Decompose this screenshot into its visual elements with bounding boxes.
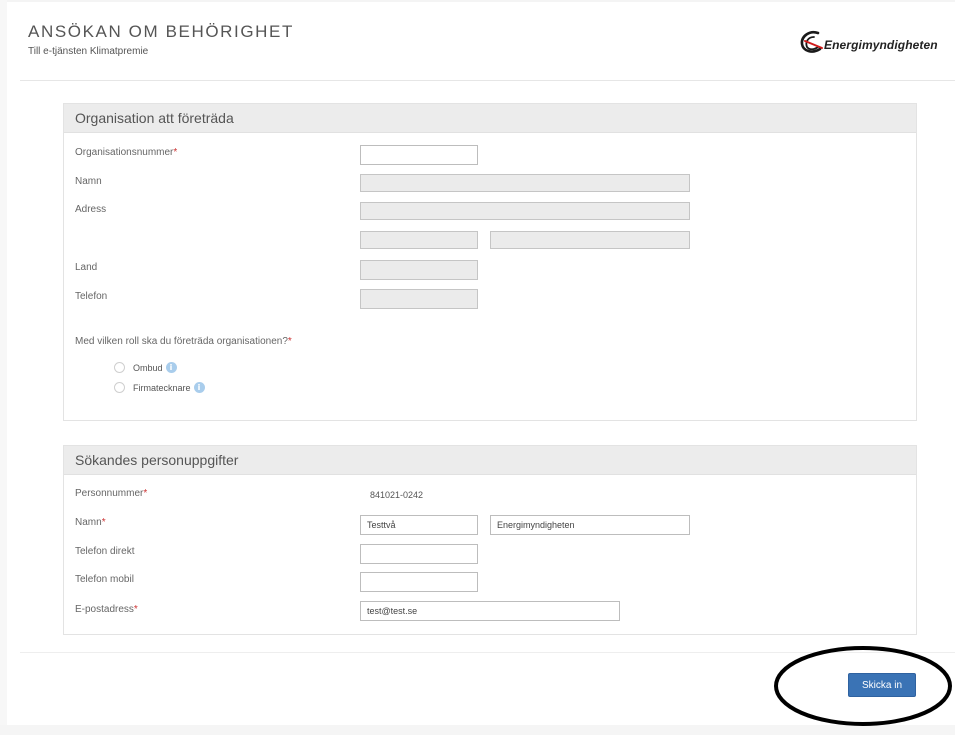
required-asterisk: *: [143, 488, 148, 499]
email-input[interactable]: [360, 601, 620, 621]
info-icon[interactable]: i: [165, 362, 177, 373]
org-name-field: [360, 174, 690, 192]
address-label: Adress: [75, 204, 107, 215]
role-question: Med vilken roll ska du företräda organis…: [75, 336, 292, 347]
orgnr-label: Organisationsnummer*: [75, 147, 177, 158]
applicant-name-label-text: Namn: [75, 517, 102, 528]
phone-direct-input[interactable]: [360, 544, 478, 564]
page-top-background: [0, 0, 955, 2]
orgnr-input[interactable]: [360, 145, 478, 165]
phone-mobile-label: Telefon mobil: [75, 574, 134, 585]
orgnr-label-text: Organisationsnummer: [75, 147, 174, 158]
page-subtitle: Till e-tjänsten Klimatpremie: [28, 46, 149, 57]
organisation-section-heading: Organisation att företräda: [64, 104, 916, 133]
applicant-section: Sökandes personuppgifter Personnummer* 8…: [63, 445, 917, 635]
required-asterisk: *: [287, 336, 292, 347]
energimyndigheten-logo: Energimyndigheten: [796, 30, 955, 60]
phone-mobile-input[interactable]: [360, 572, 478, 592]
required-asterisk: *: [173, 147, 178, 158]
address-line-field: [360, 202, 690, 220]
country-label: Land: [75, 262, 98, 273]
personnummer-label-text: Personnummer: [75, 488, 144, 499]
personnummer-value: 841021-0242: [370, 490, 424, 500]
page-left-background: [0, 0, 7, 735]
logo-swoosh-icon: [800, 30, 823, 53]
last-name-input[interactable]: [490, 515, 690, 535]
personnummer-label: Personnummer*: [75, 488, 147, 499]
ombud-radio[interactable]: [114, 362, 125, 373]
page-title: ANSÖKAN OM BEHÖRIGHET: [28, 22, 294, 41]
info-icon[interactable]: i: [193, 382, 205, 393]
role-option-ombud[interactable]: Ombud i: [114, 362, 177, 373]
first-name-input[interactable]: [360, 515, 478, 535]
applicant-section-heading: Sökandes personuppgifter: [64, 446, 916, 475]
email-label-text: E-postadress: [75, 604, 134, 615]
name-label: Namn: [75, 176, 102, 187]
phone-direct-label: Telefon direkt: [75, 546, 135, 557]
organisation-section: Organisation att företräda Organisations…: [63, 103, 917, 421]
header-divider: [20, 80, 955, 81]
city-field: [490, 231, 690, 249]
org-phone-field: [360, 289, 478, 309]
phone-label: Telefon: [75, 291, 108, 302]
firmatecknare-label: Firmatecknare: [133, 382, 191, 393]
country-field: [360, 260, 478, 280]
required-asterisk: *: [133, 604, 138, 615]
applicant-name-label: Namn*: [75, 517, 106, 528]
role-question-text: Med vilken roll ska du företräda organis…: [75, 336, 288, 347]
required-asterisk: *: [101, 517, 106, 528]
annotation-circle: [774, 646, 952, 726]
logo-text: Energimyndigheten: [824, 38, 938, 52]
postal-code-field: [360, 231, 478, 249]
firmatecknare-radio[interactable]: [114, 382, 125, 393]
email-label: E-postadress*: [75, 604, 138, 615]
role-option-firmatecknare[interactable]: Firmatecknare i: [114, 382, 205, 393]
ombud-label: Ombud: [133, 362, 163, 373]
